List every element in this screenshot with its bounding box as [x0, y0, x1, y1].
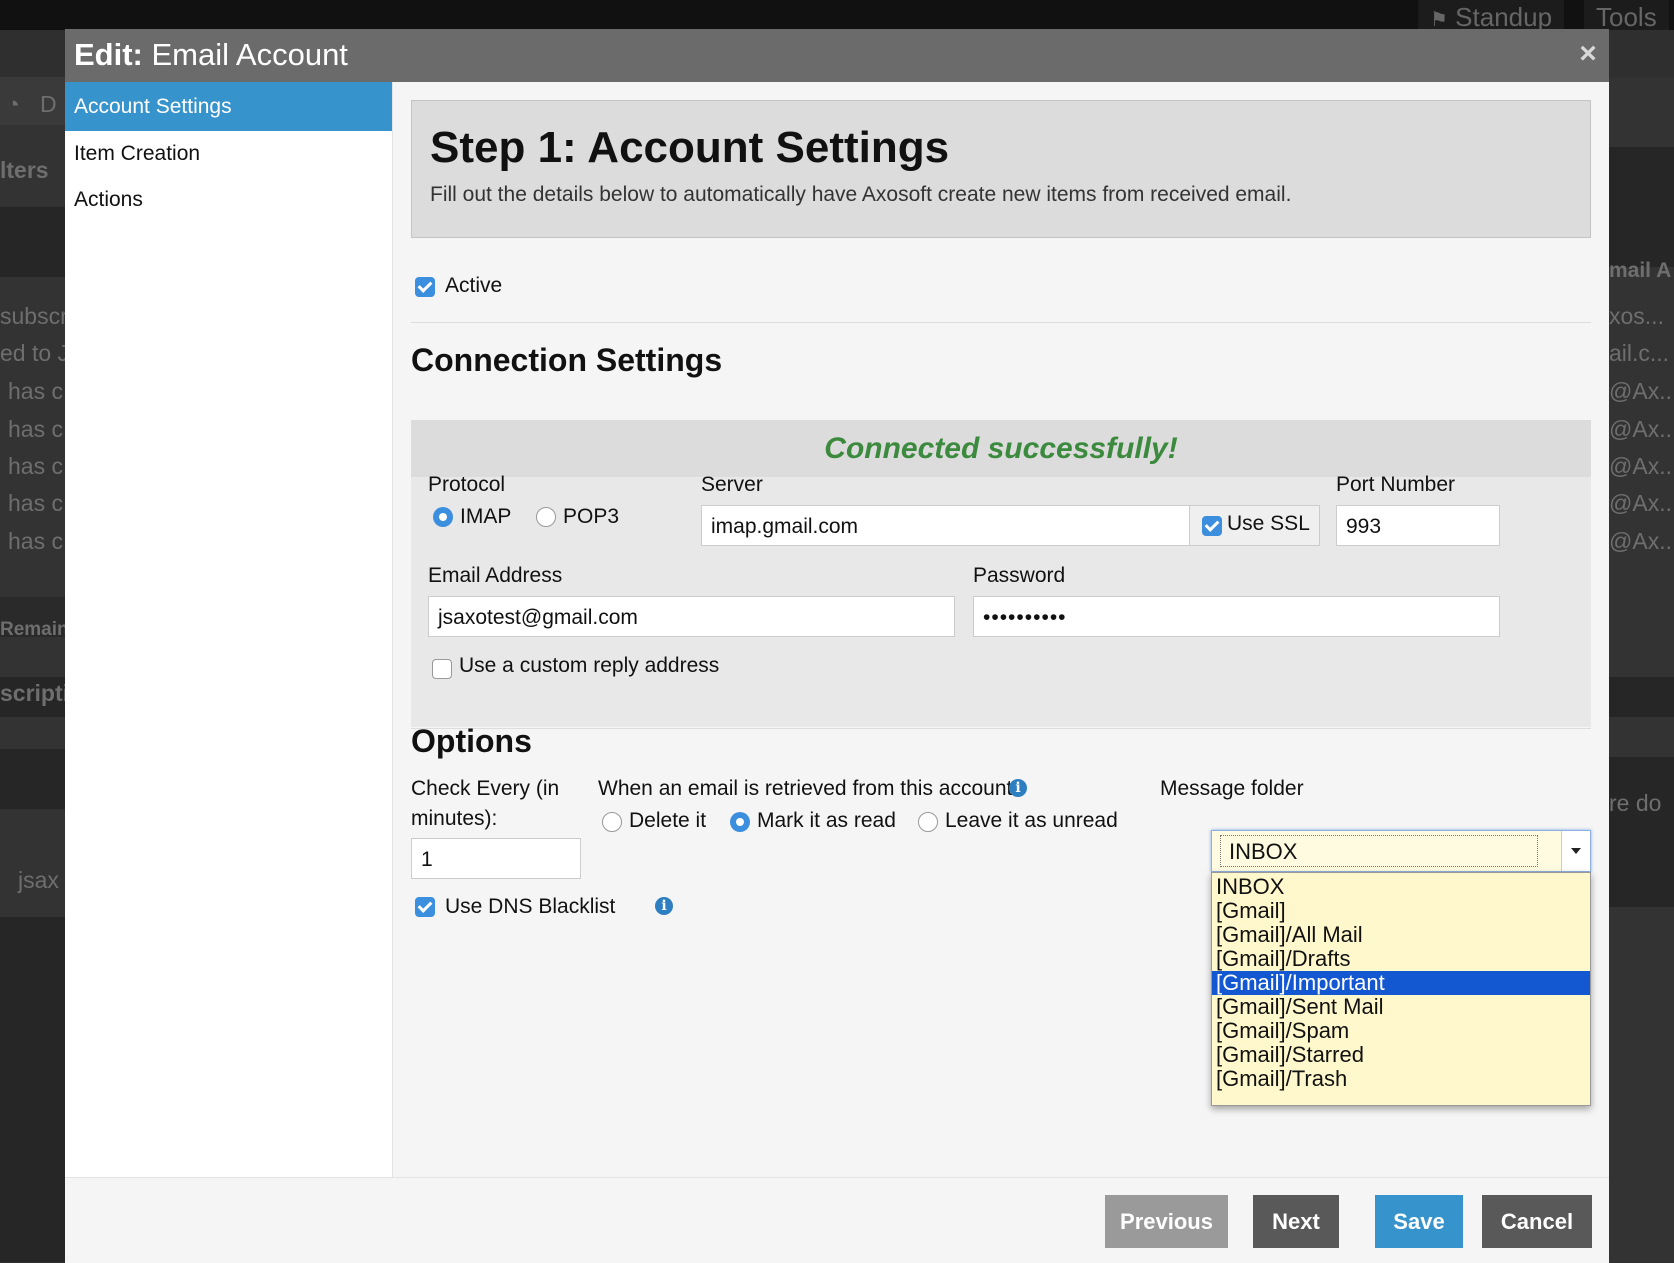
protocol-pop3-label: POP3 — [563, 505, 620, 528]
dns-blacklist-label: Use DNS Blacklist — [445, 895, 616, 918]
message-folder-dropdown: INBOX [Gmail] [Gmail]/All Mail [Gmail]/D… — [1211, 872, 1591, 1106]
folder-option[interactable]: [Gmail]/Starred — [1212, 1043, 1590, 1067]
flag-icon: ⚑ — [1430, 9, 1448, 31]
active-label: Active — [445, 274, 503, 297]
dialog-header: Edit: Email Account × — [65, 29, 1609, 82]
background-text: has c — [8, 490, 63, 516]
chevron-down-icon[interactable] — [1561, 831, 1590, 871]
dialog-title: Edit: Email Account — [74, 37, 348, 73]
background-text: D — [40, 91, 57, 117]
cancel-button[interactable]: Cancel — [1482, 1195, 1592, 1248]
custom-reply-label: Use a custom reply address — [459, 654, 720, 677]
dashboard-icon: ◔ — [6, 91, 20, 117]
check-every-input[interactable]: 1 — [411, 838, 581, 879]
use-ssl-label: Use SSL — [1227, 512, 1310, 535]
background-left-panel: ◔ D lters subscr ed to J has c has c has… — [0, 77, 65, 1262]
folder-option[interactable]: [Gmail] — [1212, 899, 1590, 923]
background-text: @Ax... — [1609, 528, 1674, 554]
divider — [411, 322, 1591, 323]
background-text: has c — [8, 453, 63, 479]
use-ssl-checkbox[interactable] — [1202, 516, 1222, 536]
server-label: Server — [701, 473, 763, 496]
previous-button[interactable]: Previous — [1105, 1195, 1228, 1248]
info-icon[interactable]: i — [655, 897, 673, 915]
delete-it-radio[interactable] — [602, 812, 622, 832]
port-number-input[interactable]: 993 — [1336, 505, 1500, 546]
background-text: has c — [8, 528, 63, 554]
background-text: has c — [8, 416, 63, 442]
protocol-imap-label: IMAP — [460, 505, 512, 528]
active-checkbox[interactable] — [415, 277, 435, 297]
folder-option[interactable]: [Gmail]/Sent Mail — [1212, 995, 1590, 1019]
background-text: re do — [1609, 790, 1662, 816]
server-input[interactable]: imap.gmail.com — [701, 505, 1190, 546]
close-icon[interactable]: × — [1575, 39, 1601, 69]
folder-option[interactable]: INBOX — [1212, 875, 1590, 899]
background-text: jsax — [18, 867, 59, 893]
sidebar-item-actions[interactable]: Actions — [65, 175, 392, 224]
settings-sidebar: Account Settings Item Creation Actions — [65, 82, 393, 1177]
dns-blacklist-checkbox[interactable] — [415, 897, 435, 917]
protocol-imap-radio[interactable] — [433, 507, 453, 527]
folder-option[interactable]: [Gmail]/Spam — [1212, 1019, 1590, 1043]
background-top-bar: ⚑ Standup Tools — [0, 0, 1674, 32]
message-folder-label: Message folder — [1160, 777, 1304, 800]
connection-settings-heading: Connection Settings — [411, 342, 723, 378]
page-description: Fill out the details below to automatica… — [430, 183, 1292, 206]
info-icon[interactable]: i — [1009, 779, 1027, 797]
next-button[interactable]: Next — [1253, 1195, 1339, 1248]
delete-it-label: Delete it — [629, 809, 707, 832]
check-every-label-continued: minutes): — [411, 807, 498, 830]
step-header: Step 1: Account Settings Fill out the de… — [411, 100, 1591, 238]
background-text: has c — [8, 378, 63, 404]
connection-status: Connected successfully! — [411, 420, 1591, 477]
protocol-pop3-radio[interactable] — [536, 507, 556, 527]
background-text: @Ax... — [1609, 453, 1674, 479]
dialog-title-prefix: Edit: — [74, 37, 143, 72]
background-text: @Ax... — [1609, 416, 1674, 442]
message-folder-value: INBOX — [1220, 835, 1538, 867]
background-text: @Ax... — [1609, 378, 1674, 404]
background-text: Remain — [0, 619, 65, 640]
background-standup-label: Standup — [1455, 2, 1553, 32]
custom-reply-checkbox[interactable] — [432, 659, 452, 679]
port-number-label: Port Number — [1336, 473, 1456, 496]
folder-option-highlighted[interactable]: [Gmail]/Important — [1212, 971, 1590, 995]
mark-as-read-radio[interactable] — [730, 812, 750, 832]
dialog-footer: Previous Next Save Cancel — [65, 1177, 1609, 1263]
email-retrieved-label: When an email is retrieved from this acc… — [598, 777, 1013, 800]
folder-option[interactable]: [Gmail]/Drafts — [1212, 947, 1590, 971]
background-standup-button: ⚑ Standup — [1418, 0, 1565, 32]
email-address-input[interactable]: jsaxotest@gmail.com — [428, 596, 955, 637]
background-text: mail A — [1609, 259, 1672, 282]
protocol-label: Protocol — [428, 473, 506, 496]
message-folder-select[interactable]: INBOX — [1211, 830, 1591, 872]
mark-as-read-label: Mark it as read — [757, 809, 896, 832]
options-heading: Options — [411, 723, 532, 759]
password-label: Password — [973, 564, 1066, 587]
sidebar-item-account-settings[interactable]: Account Settings — [65, 82, 392, 131]
password-input[interactable]: •••••••••• — [973, 596, 1500, 637]
email-address-label: Email Address — [428, 564, 563, 587]
background-text: lters — [0, 157, 49, 183]
background-right-panel: mail A xos... ail.c... @Ax... @Ax... @Ax… — [1609, 77, 1674, 1262]
divider — [411, 728, 1591, 729]
background-text: xos... — [1609, 303, 1664, 329]
leave-unread-label: Leave it as unread — [945, 809, 1118, 832]
folder-option[interactable]: [Gmail]/All Mail — [1212, 923, 1590, 947]
background-text: ed to J — [0, 340, 65, 366]
sidebar-item-item-creation[interactable]: Item Creation — [65, 129, 392, 178]
save-button[interactable]: Save — [1375, 1195, 1463, 1248]
check-every-label: Check Every (in — [411, 777, 560, 800]
background-text: ail.c... — [1609, 340, 1670, 366]
background-text: scripti — [0, 680, 65, 706]
leave-unread-radio[interactable] — [918, 812, 938, 832]
folder-option[interactable]: [Gmail]/Trash — [1212, 1067, 1590, 1091]
page-title: Step 1: Account Settings — [430, 123, 950, 172]
dialog-title-text: Email Account — [142, 37, 348, 72]
background-text: subscr — [0, 303, 65, 329]
background-tools-button: Tools — [1584, 0, 1669, 32]
background-text: @Ax... — [1609, 490, 1674, 516]
